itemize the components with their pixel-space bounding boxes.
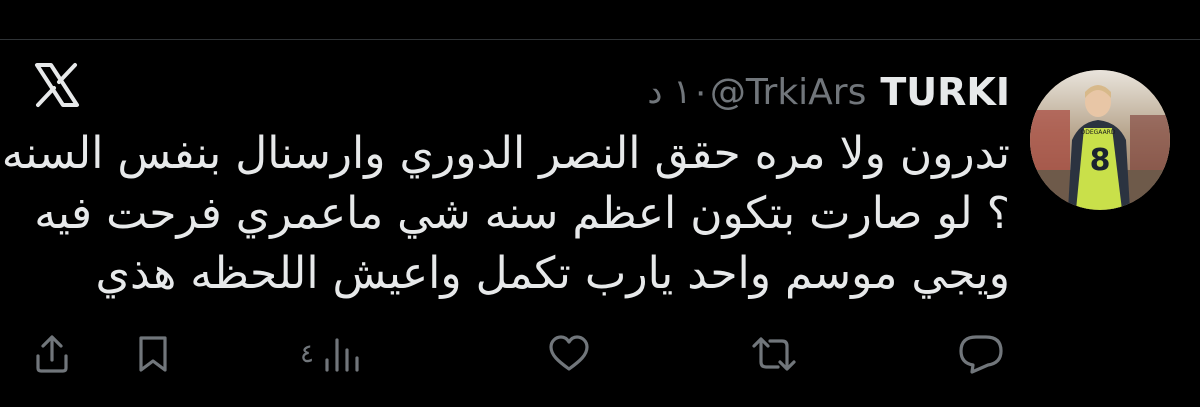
tweet-text: تدرون ولا مره حقق النصر الدوري وارسنال ب… (1, 124, 1010, 304)
tweet-action-bar: ٤ (0, 330, 1200, 378)
analytics-bars-icon (322, 334, 362, 374)
tweet-timestamp[interactable]: ١٠ د (647, 72, 709, 112)
avatar[interactable]: ODEGAARD 8 (1030, 70, 1170, 210)
avatar-jersey-number: 8 (1090, 143, 1111, 178)
x-logo-icon[interactable] (34, 62, 80, 108)
top-divider (0, 0, 1200, 40)
retweet-button[interactable] (750, 330, 798, 378)
bookmark-icon (136, 334, 170, 374)
views-button[interactable]: ٤ (300, 330, 362, 378)
tweet-text-line: ويجي موسم واحد يارب تكمل واعيش اللحظه هذ… (95, 248, 1010, 299)
tweet-text-line: تدرون ولا مره حقق النصر الدوري وارسنال ب… (1, 128, 1010, 179)
heart-icon (548, 334, 590, 374)
user-handle[interactable]: @TrkiArs (710, 72, 867, 113)
avatar-photo: ODEGAARD 8 (1030, 70, 1170, 210)
reply-button[interactable] (958, 330, 1004, 378)
reply-bubble-icon (958, 334, 1004, 374)
bookmark-button[interactable] (136, 330, 170, 378)
avatar-jersey-name: ODEGAARD (1081, 129, 1116, 136)
share-upload-icon (34, 334, 70, 374)
share-button[interactable] (34, 330, 70, 378)
retweet-icon (750, 334, 798, 374)
views-count: ٤ (300, 339, 314, 369)
tweet-text-line: ؟ لو صارت بتكون اعظم سنه شي ماعمري فرحت … (34, 188, 1010, 239)
display-name[interactable]: TURKI (880, 70, 1010, 114)
like-button[interactable] (548, 330, 590, 378)
tweet-header: TURKI @TrkiArs ١٠ د (647, 64, 1010, 120)
